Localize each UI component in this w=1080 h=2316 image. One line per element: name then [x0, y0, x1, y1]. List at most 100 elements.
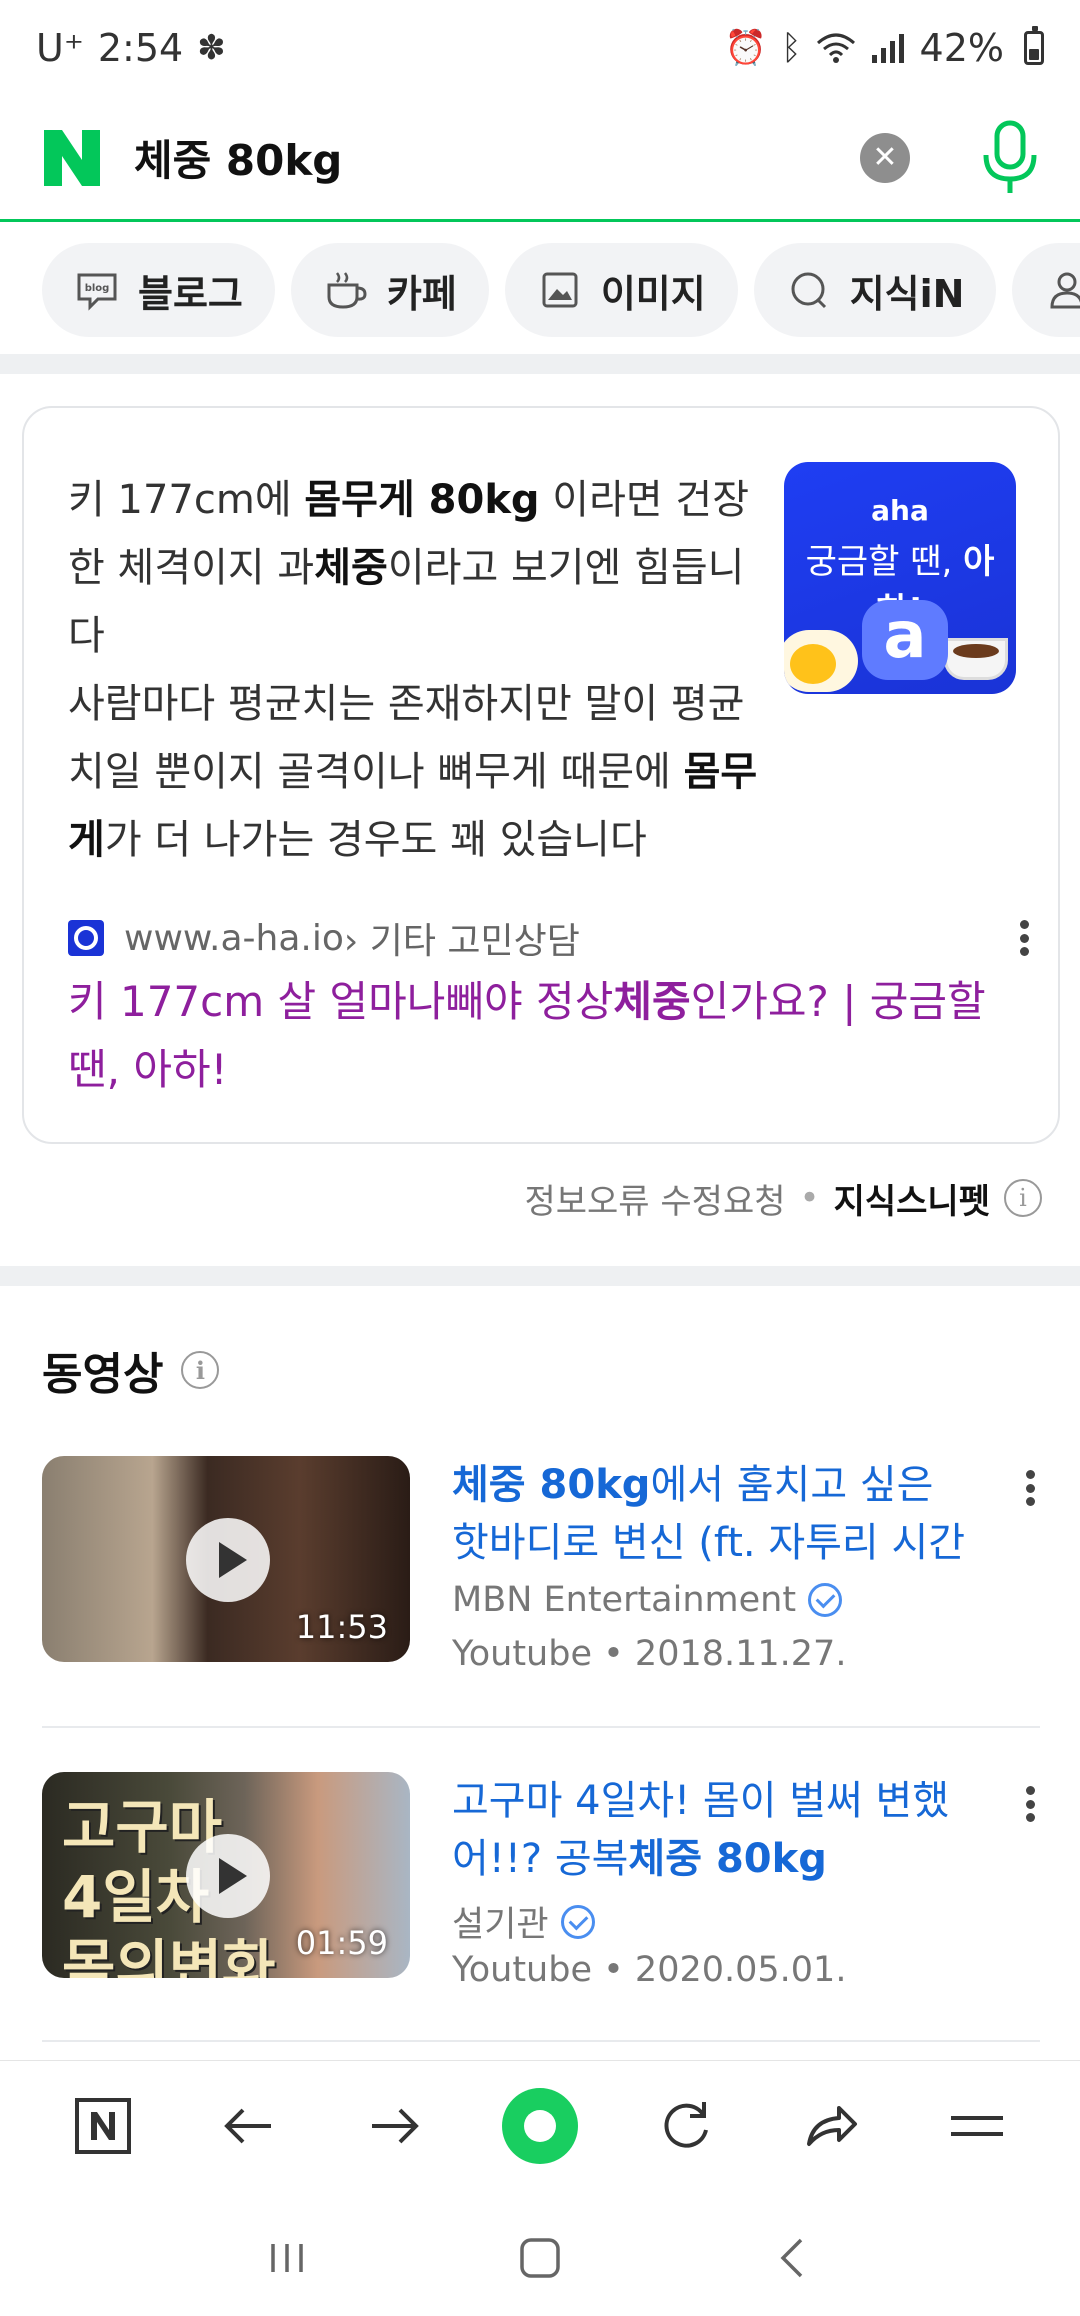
knowledge-snippet-brand: 지식스니펫 — [833, 1181, 990, 1222]
video-meta: Youtube • 2018.11.27. — [452, 1634, 846, 1674]
svg-text:blog: blog — [85, 283, 110, 294]
video-item[interactable]: 고구마 4일차 몸의변화 01:59 고구마 4일차! 몸이 벌써 변했어!!? 공… — [42, 1772, 1040, 1992]
reload-icon — [664, 2101, 708, 2148]
naver-home-button[interactable] — [63, 2086, 143, 2166]
reload-button[interactable] — [646, 2086, 726, 2166]
play-icon — [186, 1834, 270, 1918]
share-icon — [807, 2105, 858, 2146]
video-thumbnail[interactable]: 고구마 4일차 몸의변화 01:59 — [42, 1772, 410, 1978]
info-icon[interactable]: i — [181, 1351, 220, 1389]
tab-cafe-label: 카페 — [386, 271, 457, 316]
back-arrow-icon — [223, 2108, 271, 2143]
video-thumbnail[interactable]: 11:53 — [42, 1456, 410, 1662]
tab-blog[interactable]: blog 블로그 — [42, 243, 275, 337]
menu-icon — [951, 2115, 1004, 2136]
system-back-button[interactable] — [758, 2223, 828, 2293]
recents-button[interactable] — [252, 2223, 322, 2293]
tab-cafe[interactable]: 카페 — [290, 243, 489, 337]
title-text: 키 177cm 살 얼마나빼야 정상 — [68, 977, 614, 1026]
bluetooth-icon: ᛒ — [781, 28, 802, 68]
title-highlight: 체중 — [613, 977, 691, 1026]
video-meta: Youtube • 2020.05.01. — [452, 1950, 846, 1990]
green-dot-icon — [501, 2087, 578, 2164]
section-title: 동영상 — [42, 1349, 164, 1400]
carrier-label: U⁺ — [36, 26, 84, 70]
search-tabs: blog 블로그 카페 이미지 지식iN 인 — [0, 225, 1080, 355]
snippet-text: 키 177cm에 — [68, 477, 305, 523]
platform-name: Youtube — [452, 1950, 592, 1990]
video-item[interactable]: 11:53 체중 80kg에서 훔치고 싶은 핫바디로 변신 (ft. 자투리 … — [42, 1456, 1040, 1676]
more-options-icon[interactable] — [1020, 1464, 1040, 1512]
voice-search-button[interactable] — [980, 117, 1040, 199]
clear-search-button[interactable]: ✕ — [860, 132, 910, 183]
forward-button[interactable] — [354, 2086, 434, 2166]
tab-blog-label: 블로그 — [138, 271, 243, 316]
snippet-highlight: 몸무게 80kg — [304, 477, 540, 523]
browser-bottom-nav — [0, 2060, 1080, 2190]
video-title[interactable]: 고구마 4일차! 몸이 벌써 변했어!!? 공복체중 80kg — [452, 1772, 982, 1888]
naver-home-icon — [74, 2097, 131, 2154]
recents-icon — [270, 2244, 303, 2272]
report-error-link[interactable]: 정보오류 수정요청 — [524, 1174, 785, 1223]
blog-icon: blog — [77, 273, 117, 311]
knowledge-snippet-card[interactable]: aha 궁금할 땐, 아하! a 키 177cm에 몸무게 80kg 이라면 건… — [22, 406, 1060, 1144]
video-duration: 11:53 — [295, 1608, 388, 1646]
video-section-heading: 동영상 i — [42, 1340, 220, 1400]
tab-kin[interactable]: 지식iN — [753, 243, 997, 337]
alarm-icon: ⏰ — [724, 28, 768, 68]
back-button[interactable] — [209, 2086, 289, 2166]
person-icon — [1050, 272, 1080, 309]
system-home-button[interactable] — [505, 2223, 575, 2293]
tab-image[interactable]: 이미지 — [504, 243, 738, 337]
tab-people[interactable]: 인 — [1012, 243, 1080, 337]
section-divider — [0, 354, 1080, 374]
snippet-source[interactable]: www.a-ha.io › 기타 고민상담 — [68, 908, 1034, 968]
green-dot-button[interactable] — [500, 2086, 580, 2166]
back-icon — [780, 2238, 803, 2278]
mic-icon — [983, 120, 1037, 193]
play-icon — [186, 1518, 270, 1602]
separator-dot: • — [603, 1950, 624, 1990]
image-icon — [542, 272, 578, 308]
video-channel: 설기관 — [452, 1896, 595, 1947]
kin-icon — [791, 272, 826, 309]
snippet-link-title[interactable]: 키 177cm 살 얼마나빼야 정상체중인가요? | 궁금할 땐, 아하! — [68, 968, 1028, 1104]
menu-button[interactable] — [937, 2086, 1017, 2166]
separator-dot: • — [603, 1634, 624, 1674]
report-row: 정보오류 수정요청 • 지식스니펫 i — [524, 1168, 1042, 1228]
section-divider — [0, 1266, 1080, 1286]
video-duration: 01:59 — [295, 1924, 388, 1962]
pinwheel-icon: ✽ — [197, 28, 226, 68]
snippet-text: 사람마다 평균치는 존재하지만 말이 평균치일 뿐이지 골격이나 뼈무게 때문에 — [68, 681, 745, 795]
home-icon — [520, 2238, 560, 2278]
separator-dot: • — [799, 1178, 820, 1218]
divider — [42, 1726, 1040, 1728]
more-options-icon[interactable] — [1020, 1780, 1040, 1828]
snippet-body: 키 177cm에 몸무게 80kg 이라면 건장한 체격이지 과체중이라고 보기… — [68, 466, 1022, 874]
upload-date: 2018.11.27. — [634, 1634, 847, 1674]
upload-date: 2020.05.01. — [634, 1950, 847, 1990]
status-bar: U⁺ 2:54 ✽ ⏰ ᛒ 42% — [0, 0, 1080, 96]
video-title[interactable]: 체중 80kg에서 훔치고 싶은 핫바디로 변신 (ft. 자투리 시간 ... — [452, 1456, 982, 1572]
info-icon[interactable]: i — [1004, 1179, 1042, 1217]
naver-logo-icon[interactable] — [40, 126, 104, 190]
forward-arrow-icon — [372, 2108, 420, 2143]
verified-icon — [560, 1904, 595, 1939]
more-options-icon[interactable] — [1014, 914, 1034, 962]
wifi-icon — [816, 33, 855, 63]
title-highlight: 체중 80kg — [452, 1462, 651, 1508]
close-icon: ✕ — [872, 140, 898, 175]
snippet-highlight: 체중 — [314, 545, 388, 591]
search-header: 체중 80kg ✕ — [0, 96, 1080, 222]
share-button[interactable] — [791, 2086, 871, 2166]
thumbnail-caption-line: 몸의변화 — [62, 1933, 276, 1978]
divider — [42, 2040, 1040, 2042]
source-url: www.a-ha.io — [124, 917, 344, 959]
verified-icon — [808, 1583, 843, 1617]
clock: 2:54 — [97, 26, 184, 70]
source-path: › 기타 고민상담 — [343, 921, 580, 962]
snippet-text: 가 더 나가는 경우도 꽤 있습니다 — [104, 817, 647, 863]
aha-favicon-icon — [68, 920, 104, 956]
search-input[interactable]: 체중 80kg — [134, 127, 860, 188]
title-highlight: 체중 80kg — [628, 1836, 827, 1882]
